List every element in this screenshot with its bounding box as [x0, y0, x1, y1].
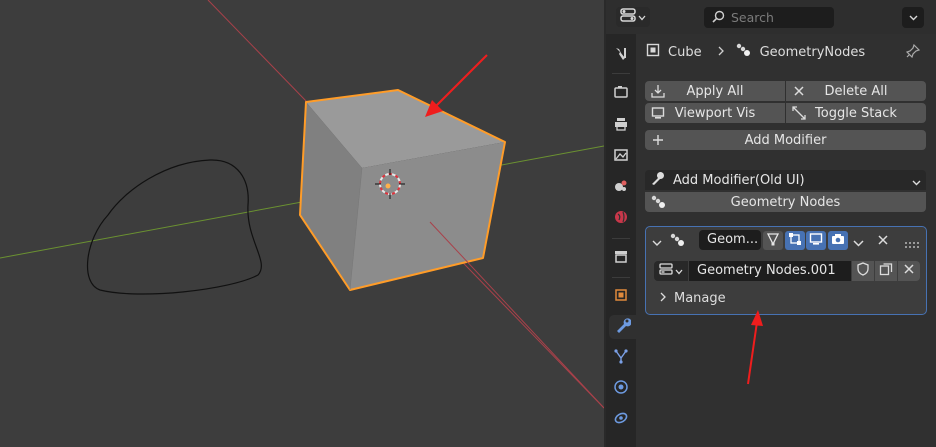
chevron-right-icon — [660, 291, 666, 306]
tab-separator — [612, 277, 630, 278]
duplicate-node-group-button[interactable] — [875, 261, 897, 281]
render-toggle[interactable] — [828, 231, 848, 250]
node-tree-icon — [659, 262, 673, 280]
constraint-icon — [613, 410, 629, 430]
modifier-menu-chevron-icon[interactable] — [853, 236, 864, 251]
tab-world[interactable] — [609, 207, 633, 231]
unlink-node-group-button[interactable] — [898, 261, 920, 281]
properties-editor: Search Cube GeometryNodes Apply All Dele… — [606, 0, 936, 447]
chevron-down-icon — [675, 264, 683, 279]
viewport-vis-button[interactable]: Viewport Vis — [645, 103, 785, 123]
chevron-down-icon — [909, 10, 918, 25]
options-dropdown[interactable] — [902, 7, 924, 28]
mesh-object-icon — [646, 43, 660, 61]
properties-tabs — [606, 34, 636, 447]
delete-all-button[interactable]: Delete All — [786, 81, 926, 101]
collapse-chevron-icon[interactable] — [652, 236, 662, 251]
editor-type-button[interactable] — [616, 7, 650, 27]
edit-mode-toggle[interactable] — [763, 231, 783, 250]
tab-modifiers[interactable] — [609, 315, 636, 339]
browse-node-group-button[interactable] — [654, 261, 688, 281]
image-icon — [613, 147, 629, 167]
tab-constraints[interactable] — [609, 408, 633, 432]
manage-subpanel-header[interactable]: Manage — [660, 291, 726, 306]
tab-view-layer[interactable] — [609, 145, 633, 169]
apply-all-button[interactable]: Apply All — [645, 81, 785, 101]
scene-icon — [613, 178, 629, 198]
on-cage-toggle[interactable] — [785, 231, 805, 250]
expand-icon — [792, 106, 806, 124]
properties-editor-icon — [620, 8, 636, 26]
cube-object[interactable] — [299, 89, 506, 291]
edit-mode-icon — [788, 232, 802, 250]
geometry-nodes-modifier-panel: Geom... Geometry Nodes.001 Manage — [645, 226, 927, 315]
chevron-down-icon — [912, 175, 921, 190]
world-icon — [613, 209, 629, 229]
plus-icon — [651, 133, 665, 151]
add-modifier-button[interactable]: Add Modifier — [645, 130, 926, 150]
tab-object[interactable] — [609, 285, 633, 309]
monitor-icon — [809, 232, 823, 250]
node-group-name-field[interactable]: Geometry Nodes.001 — [689, 261, 851, 281]
modifier-header: Geom... — [646, 227, 926, 255]
search-input[interactable]: Search — [704, 7, 834, 28]
fake-user-button[interactable] — [852, 261, 874, 281]
camera-icon — [831, 232, 845, 250]
apply-delete-row: Apply All Delete All — [645, 81, 926, 101]
breadcrumb-modifier: GeometryNodes — [759, 44, 866, 60]
tab-render[interactable] — [609, 82, 633, 106]
tab-scene[interactable] — [609, 176, 633, 200]
modifier-name-field[interactable]: Geom... — [699, 230, 761, 250]
wrench-icon — [615, 317, 632, 337]
viewport-display-toggle[interactable] — [806, 231, 826, 250]
close-icon — [903, 263, 915, 279]
geometry-nodes-button[interactable]: Geometry Nodes — [645, 192, 926, 212]
tab-collection[interactable] — [609, 246, 633, 270]
visibility-row: Viewport Vis Toggle Stack — [645, 103, 926, 123]
3d-viewport[interactable] — [0, 0, 604, 447]
tab-physics[interactable] — [609, 377, 633, 401]
tab-tool[interactable] — [609, 44, 633, 68]
node-group-selector: Geometry Nodes.001 — [654, 261, 920, 281]
breadcrumb-object: Cube — [668, 44, 702, 60]
annotation-arrow-panel — [747, 310, 763, 385]
download-icon — [651, 84, 665, 102]
add-modifier-old-ui-dropdown[interactable]: Add Modifier(Old UI) — [645, 170, 926, 190]
tool-icon — [613, 46, 629, 66]
geometry-nodes-icon — [670, 233, 686, 251]
duplicate-icon — [879, 262, 893, 280]
camera-back-icon — [613, 84, 629, 104]
geometry-nodes-icon — [736, 43, 752, 61]
add-modifier-row: Add Modifier — [645, 130, 926, 150]
printer-icon — [613, 116, 629, 136]
remove-modifier-icon[interactable] — [877, 234, 889, 250]
tab-particles[interactable] — [609, 346, 633, 370]
search-placeholder: Search — [731, 10, 774, 25]
shield-icon — [857, 262, 869, 280]
drag-handle-icon[interactable] — [905, 237, 919, 252]
collection-icon — [613, 248, 629, 268]
tab-separator — [612, 238, 630, 239]
vertex-triangle-icon — [766, 232, 780, 250]
wrench-icon — [651, 171, 665, 189]
chevron-down-icon — [638, 10, 646, 25]
monitor-icon — [651, 106, 665, 124]
breadcrumb: Cube GeometryNodes — [646, 42, 865, 62]
bezier-curve-object[interactable] — [86, 159, 262, 295]
properties-header: Search — [606, 0, 936, 34]
toggle-stack-button[interactable]: Toggle Stack — [786, 103, 926, 123]
physics-icon — [613, 379, 629, 399]
annotation-arrow-cube — [425, 54, 488, 117]
object-icon — [613, 287, 629, 307]
close-icon — [792, 84, 806, 102]
geometry-nodes-icon — [651, 195, 667, 213]
tab-separator — [612, 73, 630, 74]
modifier-properties: Cube GeometryNodes Apply All Delete All … — [636, 34, 936, 447]
search-icon — [712, 10, 725, 26]
pin-icon[interactable] — [905, 43, 921, 62]
tab-output[interactable] — [609, 114, 633, 138]
object-origin — [385, 183, 391, 189]
particles-icon — [613, 348, 629, 368]
chevron-right-icon — [718, 45, 724, 60]
